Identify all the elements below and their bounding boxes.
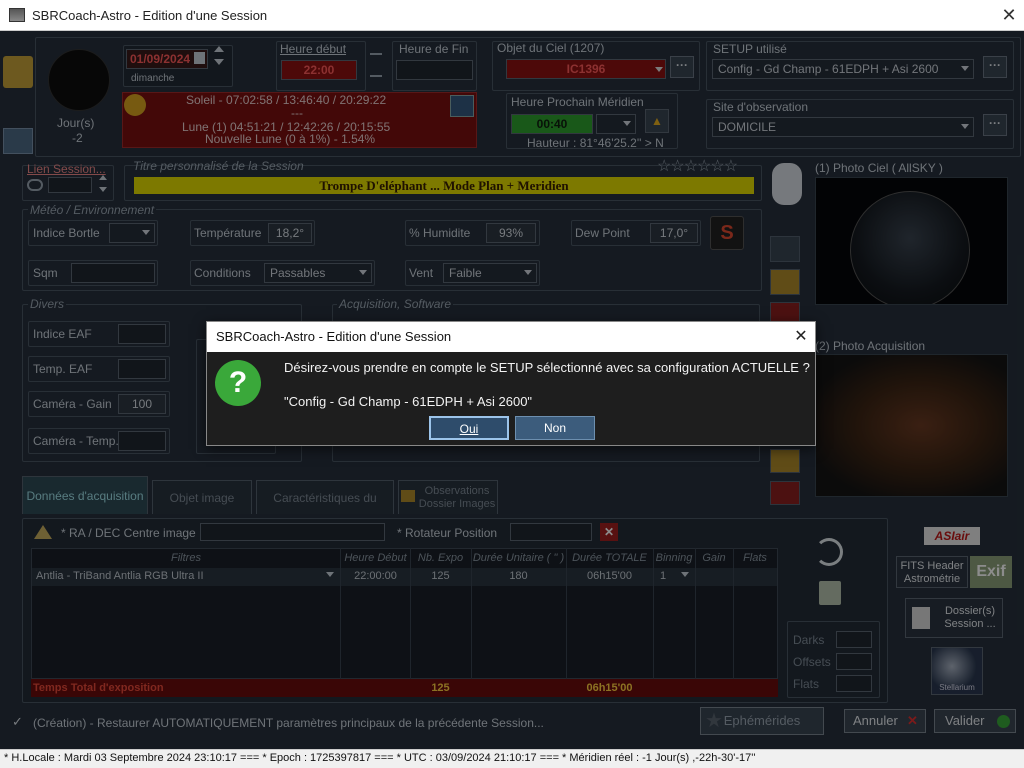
window-title: SBRCoach-Astro - Edition d'une Session — [32, 8, 268, 23]
status-bar: * H.Locale : Mardi 03 Septembre 2024 23:… — [0, 749, 1024, 768]
oui-label: Oui — [459, 422, 479, 436]
dialog-close-button[interactable]: ✕ — [791, 327, 811, 347]
dialog-title: SBRCoach-Astro - Edition d'une Session — [207, 322, 815, 352]
confirm-dialog: SBRCoach-Astro - Edition d'une Session ✕… — [206, 321, 816, 446]
oui-button[interactable]: Oui — [429, 416, 509, 440]
window-titlebar: SBRCoach-Astro - Edition d'une Session ✕ — [0, 0, 1024, 31]
question-icon: ? — [215, 360, 261, 406]
dialog-setup-name: "Config - Gd Champ - 61EDPH + Asi 2600" — [284, 394, 533, 409]
dialog-message: Désirez-vous prendre en compte le SETUP … — [284, 360, 810, 375]
window-close-button[interactable]: ✕ — [998, 4, 1020, 26]
app-icon — [9, 8, 25, 22]
dialog-body: ? Désirez-vous prendre en compte le SETU… — [207, 352, 815, 445]
non-button[interactable]: Non — [515, 416, 595, 440]
